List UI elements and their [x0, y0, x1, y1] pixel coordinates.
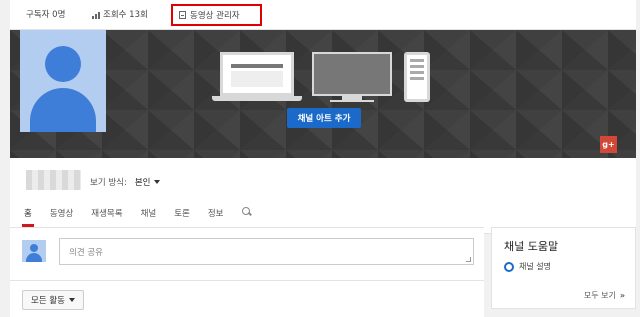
- channel-tabs: 홈 동영상 재생목록 채널 토론 정보: [22, 207, 251, 229]
- video-manager-label: 동영상 관리자: [190, 11, 240, 21]
- view-as-control: 보기 방식: 본인: [90, 176, 160, 188]
- channel-stats-bar: 구독자 0명 조회수 13회 동영상 관리자: [10, 0, 636, 30]
- tab-home[interactable]: 홈: [22, 207, 34, 229]
- help-title: 채널 도움말: [504, 240, 559, 253]
- view-count: 조회수 13회: [92, 10, 148, 21]
- search-icon[interactable]: [241, 207, 251, 216]
- view-count-text: 조회수 13회: [103, 10, 148, 20]
- tab-videos[interactable]: 동영상: [50, 207, 73, 229]
- laptop-base: [212, 96, 302, 101]
- tab-playlists[interactable]: 재생목록: [91, 207, 122, 229]
- tab-about[interactable]: 정보: [208, 207, 224, 229]
- chevron-down-icon: [68, 298, 75, 302]
- view-as-value: 본인: [134, 178, 151, 188]
- chevron-down-icon: [153, 180, 160, 184]
- channel-header: 보기 방식: 본인 홈 동영상 재생목록 채널 토론 정보: [10, 158, 636, 234]
- help-item-label: 채널 설명: [519, 262, 551, 271]
- resize-handle-icon[interactable]: [466, 257, 471, 262]
- laptop-preview-icon: [220, 52, 294, 96]
- activity-filter-label: 모든 활동: [31, 296, 65, 306]
- channel-help-panel: 채널 도움말 채널 설명 모두 보기 »: [491, 227, 636, 309]
- channel-name-blurred: [26, 170, 81, 190]
- video-manager-icon: [179, 11, 186, 19]
- google-plus-icon[interactable]: g+: [600, 136, 617, 153]
- avatar: [22, 240, 46, 262]
- tv-foot: [330, 100, 374, 102]
- channel-avatar[interactable]: [20, 30, 106, 132]
- video-manager-button[interactable]: 동영상 관리자: [171, 4, 262, 26]
- activity-filter-dropdown[interactable]: 모든 활동: [22, 290, 84, 310]
- phone-preview-icon: [404, 52, 430, 102]
- tab-discussion[interactable]: 토론: [174, 207, 190, 229]
- help-item-channel-description[interactable]: 채널 설명: [504, 261, 551, 272]
- activity-feed: 의견 공유 모든 활동: [10, 227, 484, 317]
- view-as-label: 보기 방식:: [90, 178, 127, 188]
- share-input[interactable]: 의견 공유: [59, 238, 474, 265]
- see-all-link[interactable]: 모두 보기 »: [584, 290, 625, 301]
- subscriber-count: 구독자 0명: [26, 10, 66, 20]
- view-as-dropdown[interactable]: 본인: [135, 176, 160, 188]
- see-all-label: 모두 보기: [583, 291, 616, 300]
- add-channel-art-button[interactable]: 채널 아트 추가: [287, 108, 361, 128]
- tab-channels[interactable]: 채널: [141, 207, 157, 229]
- divider: [10, 280, 484, 281]
- tv-preview-icon: [312, 52, 392, 96]
- share-placeholder: 의견 공유: [69, 248, 103, 258]
- channel-art-banner: 채널 아트 추가 g+: [10, 30, 636, 158]
- circle-icon: [504, 261, 514, 272]
- double-chevron-right-icon: »: [619, 291, 625, 300]
- bar-chart-icon: [92, 12, 100, 19]
